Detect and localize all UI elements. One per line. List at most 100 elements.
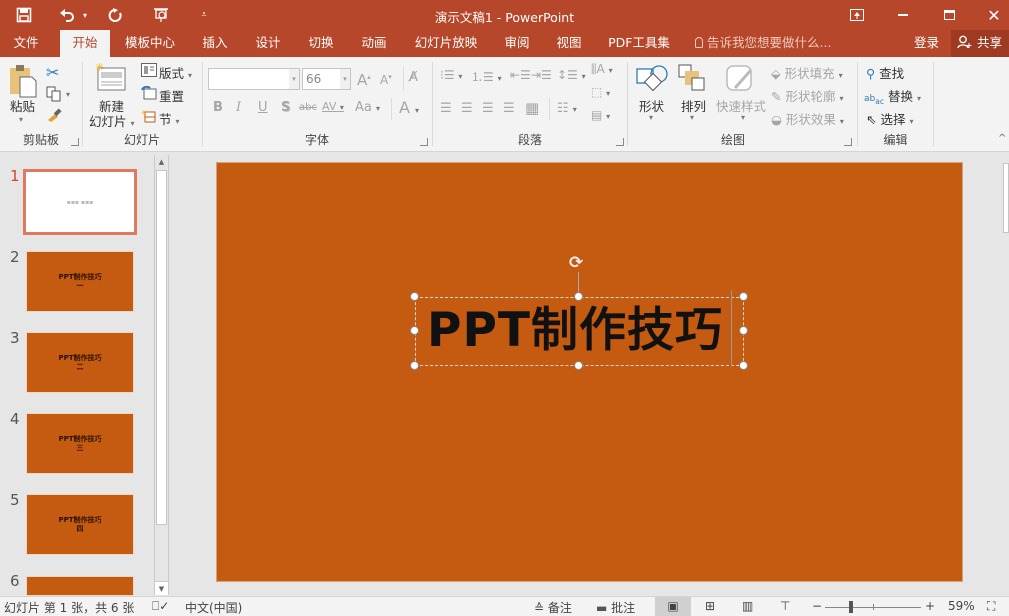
login-link[interactable]: 登录 [914, 30, 939, 57]
arrange-button[interactable] [678, 64, 706, 97]
tab-review[interactable]: 审阅 [497, 30, 537, 57]
new-slide-label-2[interactable]: 幻灯片 ▾ [89, 111, 135, 130]
close-button[interactable]: ✕ [971, 0, 1009, 30]
tab-design[interactable]: 设计 [248, 30, 288, 57]
align-left-button[interactable]: ☰ [440, 101, 452, 116]
tab-pdf-tools[interactable]: PDF工具集 [602, 30, 676, 57]
paste-label[interactable]: 粘贴 [10, 96, 35, 115]
reset-label[interactable]: 重置 [159, 86, 184, 105]
layout-button[interactable] [141, 63, 157, 80]
strikethrough-button[interactable]: abc [299, 102, 317, 113]
notes-button[interactable]: ≙ 备注 [534, 599, 572, 616]
shape-outline-button[interactable]: ✎ 形状轮廓 ▾ [771, 86, 843, 105]
save-button[interactable] [12, 4, 36, 26]
select-button[interactable]: ⇖ 选择 ▾ [866, 109, 913, 128]
clipboard-launcher[interactable] [71, 138, 79, 146]
text-direction-button[interactable]: ⫼A ▾ [591, 62, 613, 77]
fit-to-window-button[interactable]: ⛶ [987, 599, 995, 614]
font-color-button[interactable]: A ▾ [399, 98, 419, 117]
increase-font-button[interactable]: A▴ [357, 71, 371, 89]
slide-canvas[interactable] [216, 162, 963, 582]
slideshow-button[interactable]: ⊤ [780, 599, 790, 613]
layout-label[interactable]: 版式 ▾ [159, 63, 192, 82]
resize-handle-e[interactable] [739, 326, 748, 335]
minimize-button[interactable] [880, 0, 926, 30]
shapes-dropdown[interactable]: ▾ [649, 113, 653, 122]
cut-button[interactable]: ✂ [46, 63, 59, 82]
zoom-in-button[interactable]: + [925, 599, 935, 613]
distributed-button[interactable]: ▦ [525, 99, 539, 117]
resize-handle-sw[interactable] [410, 361, 419, 370]
slide-title-text[interactable]: PPT制作技巧 [427, 300, 723, 362]
font-name-input[interactable]: ▾ [208, 68, 300, 90]
undo-button[interactable] [56, 4, 78, 26]
undo-dropdown[interactable]: ▾ [80, 4, 90, 26]
share-button[interactable]: 共享 [951, 30, 1009, 57]
find-button[interactable]: ⚲ 查找 [866, 63, 904, 82]
paragraph-launcher[interactable] [616, 138, 624, 146]
resize-handle-ne[interactable] [739, 292, 748, 301]
resize-handle-w[interactable] [410, 326, 419, 335]
shadow-button[interactable]: S [281, 100, 290, 115]
section-button[interactable]: ✳ [141, 109, 157, 126]
justify-button[interactable]: ☰ [503, 101, 515, 116]
slide-thumbnail-5[interactable]: PPT制作技巧四 [26, 494, 134, 555]
paste-button[interactable] [8, 63, 38, 99]
collapse-ribbon-button[interactable]: ^ [998, 133, 1006, 144]
reset-button[interactable] [141, 85, 157, 103]
slide-thumbnail-6[interactable] [26, 576, 134, 596]
shape-effects-button[interactable]: ◒ 形状效果 ▾ [771, 109, 844, 128]
tab-view[interactable]: 视图 [549, 30, 589, 57]
resize-handle-se[interactable] [739, 361, 748, 370]
present-button[interactable] [150, 4, 172, 26]
slide-thumbnail-2[interactable]: PPT制作技巧一 [26, 251, 134, 312]
normal-view-button[interactable]: ▣ [655, 597, 691, 616]
zoom-slider-thumb[interactable] [849, 601, 854, 613]
change-case-button[interactable]: Aa ▾ [355, 100, 380, 115]
underline-button[interactable]: U [258, 100, 268, 115]
increase-indent-button[interactable]: ⇥☰ [531, 68, 552, 82]
zoom-level[interactable]: 59% [948, 599, 975, 613]
quick-styles-dropdown[interactable]: ▾ [741, 113, 745, 122]
resize-handle-nw[interactable] [410, 292, 419, 301]
align-right-button[interactable]: ☰ [482, 101, 494, 116]
tab-slideshow[interactable]: 幻灯片放映 [408, 30, 484, 57]
tell-me-search[interactable]: 告诉我您想要做什么... [695, 30, 831, 57]
spellcheck-button[interactable]: ⎕✓ [152, 599, 169, 614]
arrange-dropdown[interactable]: ▾ [690, 113, 694, 122]
format-painter-button[interactable] [46, 108, 62, 125]
resize-handle-s[interactable] [574, 361, 583, 370]
language-indicator[interactable]: 中文(中国) [185, 599, 242, 616]
reading-view-button[interactable]: ▥ [742, 599, 753, 613]
zoom-out-button[interactable]: − [812, 599, 822, 613]
paste-dropdown[interactable]: ▾ [19, 115, 23, 124]
align-text-button[interactable]: ⬚ ▾ [591, 85, 610, 99]
copy-dropdown[interactable]: ▾ [66, 90, 70, 99]
scroll-up-arrow[interactable]: ▲ [155, 155, 168, 169]
decrease-font-button[interactable]: A▾ [380, 73, 392, 87]
slide-thumbnail-1[interactable]: ▪▪▪ ▪▪▪ [23, 169, 137, 235]
thumbnail-scrollbar[interactable]: ▲ ▼ [154, 155, 169, 595]
tab-file[interactable]: 文件 [3, 30, 49, 57]
ribbon-display-options-button[interactable] [834, 0, 880, 30]
tab-insert[interactable]: 插入 [195, 30, 235, 57]
redo-button[interactable] [104, 4, 126, 26]
quick-styles-button[interactable] [725, 64, 755, 97]
editor-scrollbar-thumb[interactable] [1003, 163, 1009, 233]
bullets-button[interactable]: ⁝☰ ▾ [440, 68, 462, 82]
copy-button[interactable] [46, 86, 62, 105]
shapes-button[interactable] [635, 64, 669, 97]
new-slide-button[interactable]: ✳ [95, 61, 127, 95]
tab-home[interactable]: 开始 [60, 30, 110, 57]
tab-animations[interactable]: 动画 [354, 30, 394, 57]
line-spacing-button[interactable]: ↕☰ ▾ [557, 68, 586, 82]
align-center-button[interactable]: ☰ [461, 101, 473, 116]
numbering-button[interactable]: ⒈☰ ▾ [471, 68, 502, 85]
smartart-button[interactable]: ▤ ▾ [591, 108, 610, 122]
section-label[interactable]: 节 ▾ [159, 109, 180, 128]
comments-button[interactable]: ▬ 批注 [596, 599, 635, 616]
editor-scrollbar[interactable] [1003, 153, 1009, 596]
tab-template-center[interactable]: 模板中心 [118, 30, 182, 57]
clear-formatting-button[interactable]: A̸ [409, 70, 418, 85]
drawing-launcher[interactable] [844, 138, 852, 146]
